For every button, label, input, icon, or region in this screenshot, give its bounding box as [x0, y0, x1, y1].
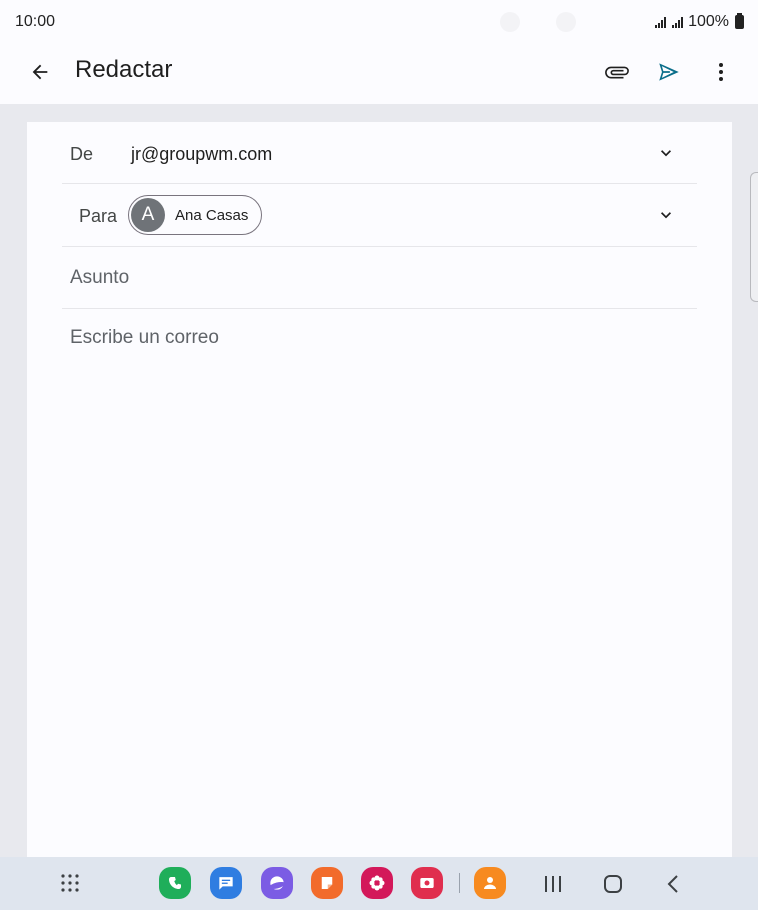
gallery-app[interactable] [361, 867, 393, 899]
more-options-button[interactable] [704, 55, 738, 89]
notes-app[interactable] [311, 867, 343, 899]
to-dropdown-button[interactable] [654, 203, 678, 227]
battery-percent: 100% [688, 13, 729, 30]
back-icon [667, 875, 678, 893]
body-placeholder: Escribe un correo [70, 327, 219, 348]
paperclip-icon [605, 66, 629, 79]
attach-button[interactable] [600, 55, 634, 89]
send-button[interactable] [652, 55, 686, 89]
edge-panel-handle[interactable] [750, 172, 758, 302]
recents-button[interactable] [538, 869, 568, 899]
internet-icon [268, 876, 286, 890]
avatar: A [131, 198, 165, 232]
recents-icon [545, 876, 561, 892]
home-icon [604, 875, 622, 893]
phone-icon [169, 877, 181, 889]
app-bar: Redactar [0, 42, 758, 104]
signal-icon [672, 16, 684, 28]
taskbar [0, 857, 758, 910]
screen-recorder-app[interactable] [411, 867, 443, 899]
messages-icon [219, 877, 233, 890]
screen-recorder-icon [420, 878, 434, 888]
body-input-area[interactable]: Escribe un correo [62, 309, 697, 849]
arrow-left-icon [32, 64, 48, 80]
from-dropdown-button[interactable] [654, 141, 678, 165]
gallery-icon [369, 875, 385, 891]
recipient-chip[interactable]: A Ana Casas [128, 195, 262, 235]
contacts-icon [484, 877, 496, 889]
from-row: De jr@groupwm.com [62, 122, 697, 184]
phone-app[interactable] [159, 867, 191, 899]
status-bar: 10:00 100% [0, 0, 758, 42]
recipient-name: Ana Casas [175, 206, 249, 224]
contacts-app[interactable] [474, 867, 506, 899]
nav-back-button[interactable] [659, 869, 689, 899]
page-title: Redactar [75, 56, 173, 83]
send-icon [659, 63, 679, 81]
compose-sheet: De jr@groupwm.com Para A Ana Casas Asunt… [27, 122, 732, 857]
from-address[interactable]: jr@groupwm.com [131, 144, 272, 165]
apps-grid-icon [61, 874, 79, 892]
dock-divider [459, 873, 460, 893]
notes-icon [321, 877, 333, 889]
home-button[interactable] [598, 869, 628, 899]
apps-grid-button[interactable] [54, 867, 86, 899]
from-label: De [70, 144, 94, 164]
back-button[interactable] [24, 56, 56, 88]
camera-cutout [500, 12, 580, 32]
status-indicators: 100% [654, 13, 744, 31]
internet-app[interactable] [261, 867, 293, 899]
chevron-down-icon [661, 150, 671, 157]
subject-row: Asunto [62, 247, 697, 309]
chevron-down-icon [661, 212, 671, 219]
to-row: Para A Ana Casas [62, 184, 697, 247]
messages-app[interactable] [210, 867, 242, 899]
signal-icon [655, 16, 667, 28]
battery-icon [735, 13, 744, 29]
more-vert-icon [719, 63, 723, 81]
status-time: 10:00 [15, 13, 56, 30]
subject-input[interactable]: Asunto [70, 267, 129, 289]
to-label: Para [79, 206, 118, 226]
